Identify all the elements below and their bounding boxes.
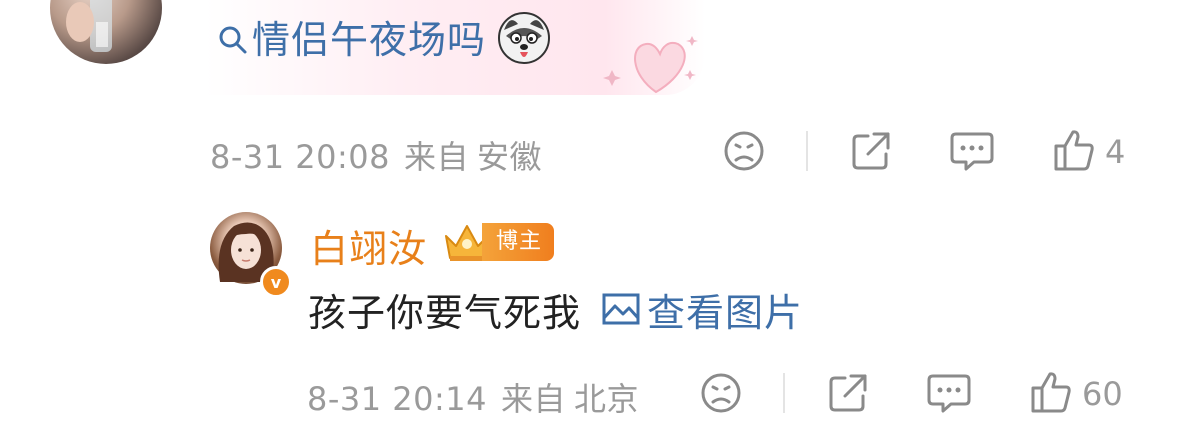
reply-share-button[interactable] [827, 372, 869, 418]
verified-v-icon: v [260, 266, 292, 298]
comment-icon [927, 372, 971, 418]
like-count: 4 [1105, 133, 1126, 171]
reply-location: 北京 [574, 380, 640, 418]
search-link-row[interactable]: 情侣午夜场吗 [218, 12, 552, 68]
emoji-face-icon [723, 130, 765, 176]
heart-sticker-icon [600, 30, 710, 104]
comment-meta: 8-31 20:08 来自 安徽 [210, 132, 542, 178]
reply-content: 孩子你要气死我 查看图片 [308, 285, 803, 341]
reply-time: 8-31 20:14 [307, 380, 488, 418]
share-icon [827, 372, 869, 418]
search-icon [218, 20, 252, 60]
like-icon [1030, 370, 1072, 418]
reply-username[interactable]: 白翊汝 [310, 218, 427, 273]
comment-from-prefix: 来自 [404, 138, 470, 176]
search-link-text[interactable]: 情侣午夜场吗 [252, 12, 486, 68]
reply-like-button[interactable]: 60 [1030, 370, 1123, 418]
emoji-face-icon [700, 372, 742, 418]
image-icon [601, 285, 647, 341]
comment-location: 安徽 [477, 138, 543, 176]
view-image-link[interactable]: 查看图片 [601, 285, 803, 341]
like-count: 60 [1082, 375, 1123, 413]
comment-button[interactable] [950, 130, 994, 176]
husky-emoji-icon [496, 10, 552, 70]
emoji-react-button[interactable] [723, 130, 765, 176]
like-button[interactable]: 4 [1053, 128, 1125, 176]
action-divider [806, 131, 808, 171]
reply-emoji-react-button[interactable] [700, 372, 742, 418]
reply-meta: 8-31 20:14 来自 北京 [307, 374, 639, 420]
action-divider [783, 373, 785, 413]
reply-from-prefix: 来自 [501, 380, 567, 418]
comment-time: 8-31 20:08 [210, 138, 391, 176]
like-icon [1053, 128, 1095, 176]
reply-text: 孩子你要气死我 [308, 291, 582, 335]
share-icon [850, 130, 892, 176]
blogger-badge: 博主 [482, 223, 555, 261]
commenter-avatar[interactable] [50, 0, 162, 64]
view-image-label[interactable]: 查看图片 [647, 285, 803, 341]
share-button[interactable] [850, 130, 892, 176]
comment-icon [950, 130, 994, 176]
reply-comment-button[interactable] [927, 372, 971, 418]
